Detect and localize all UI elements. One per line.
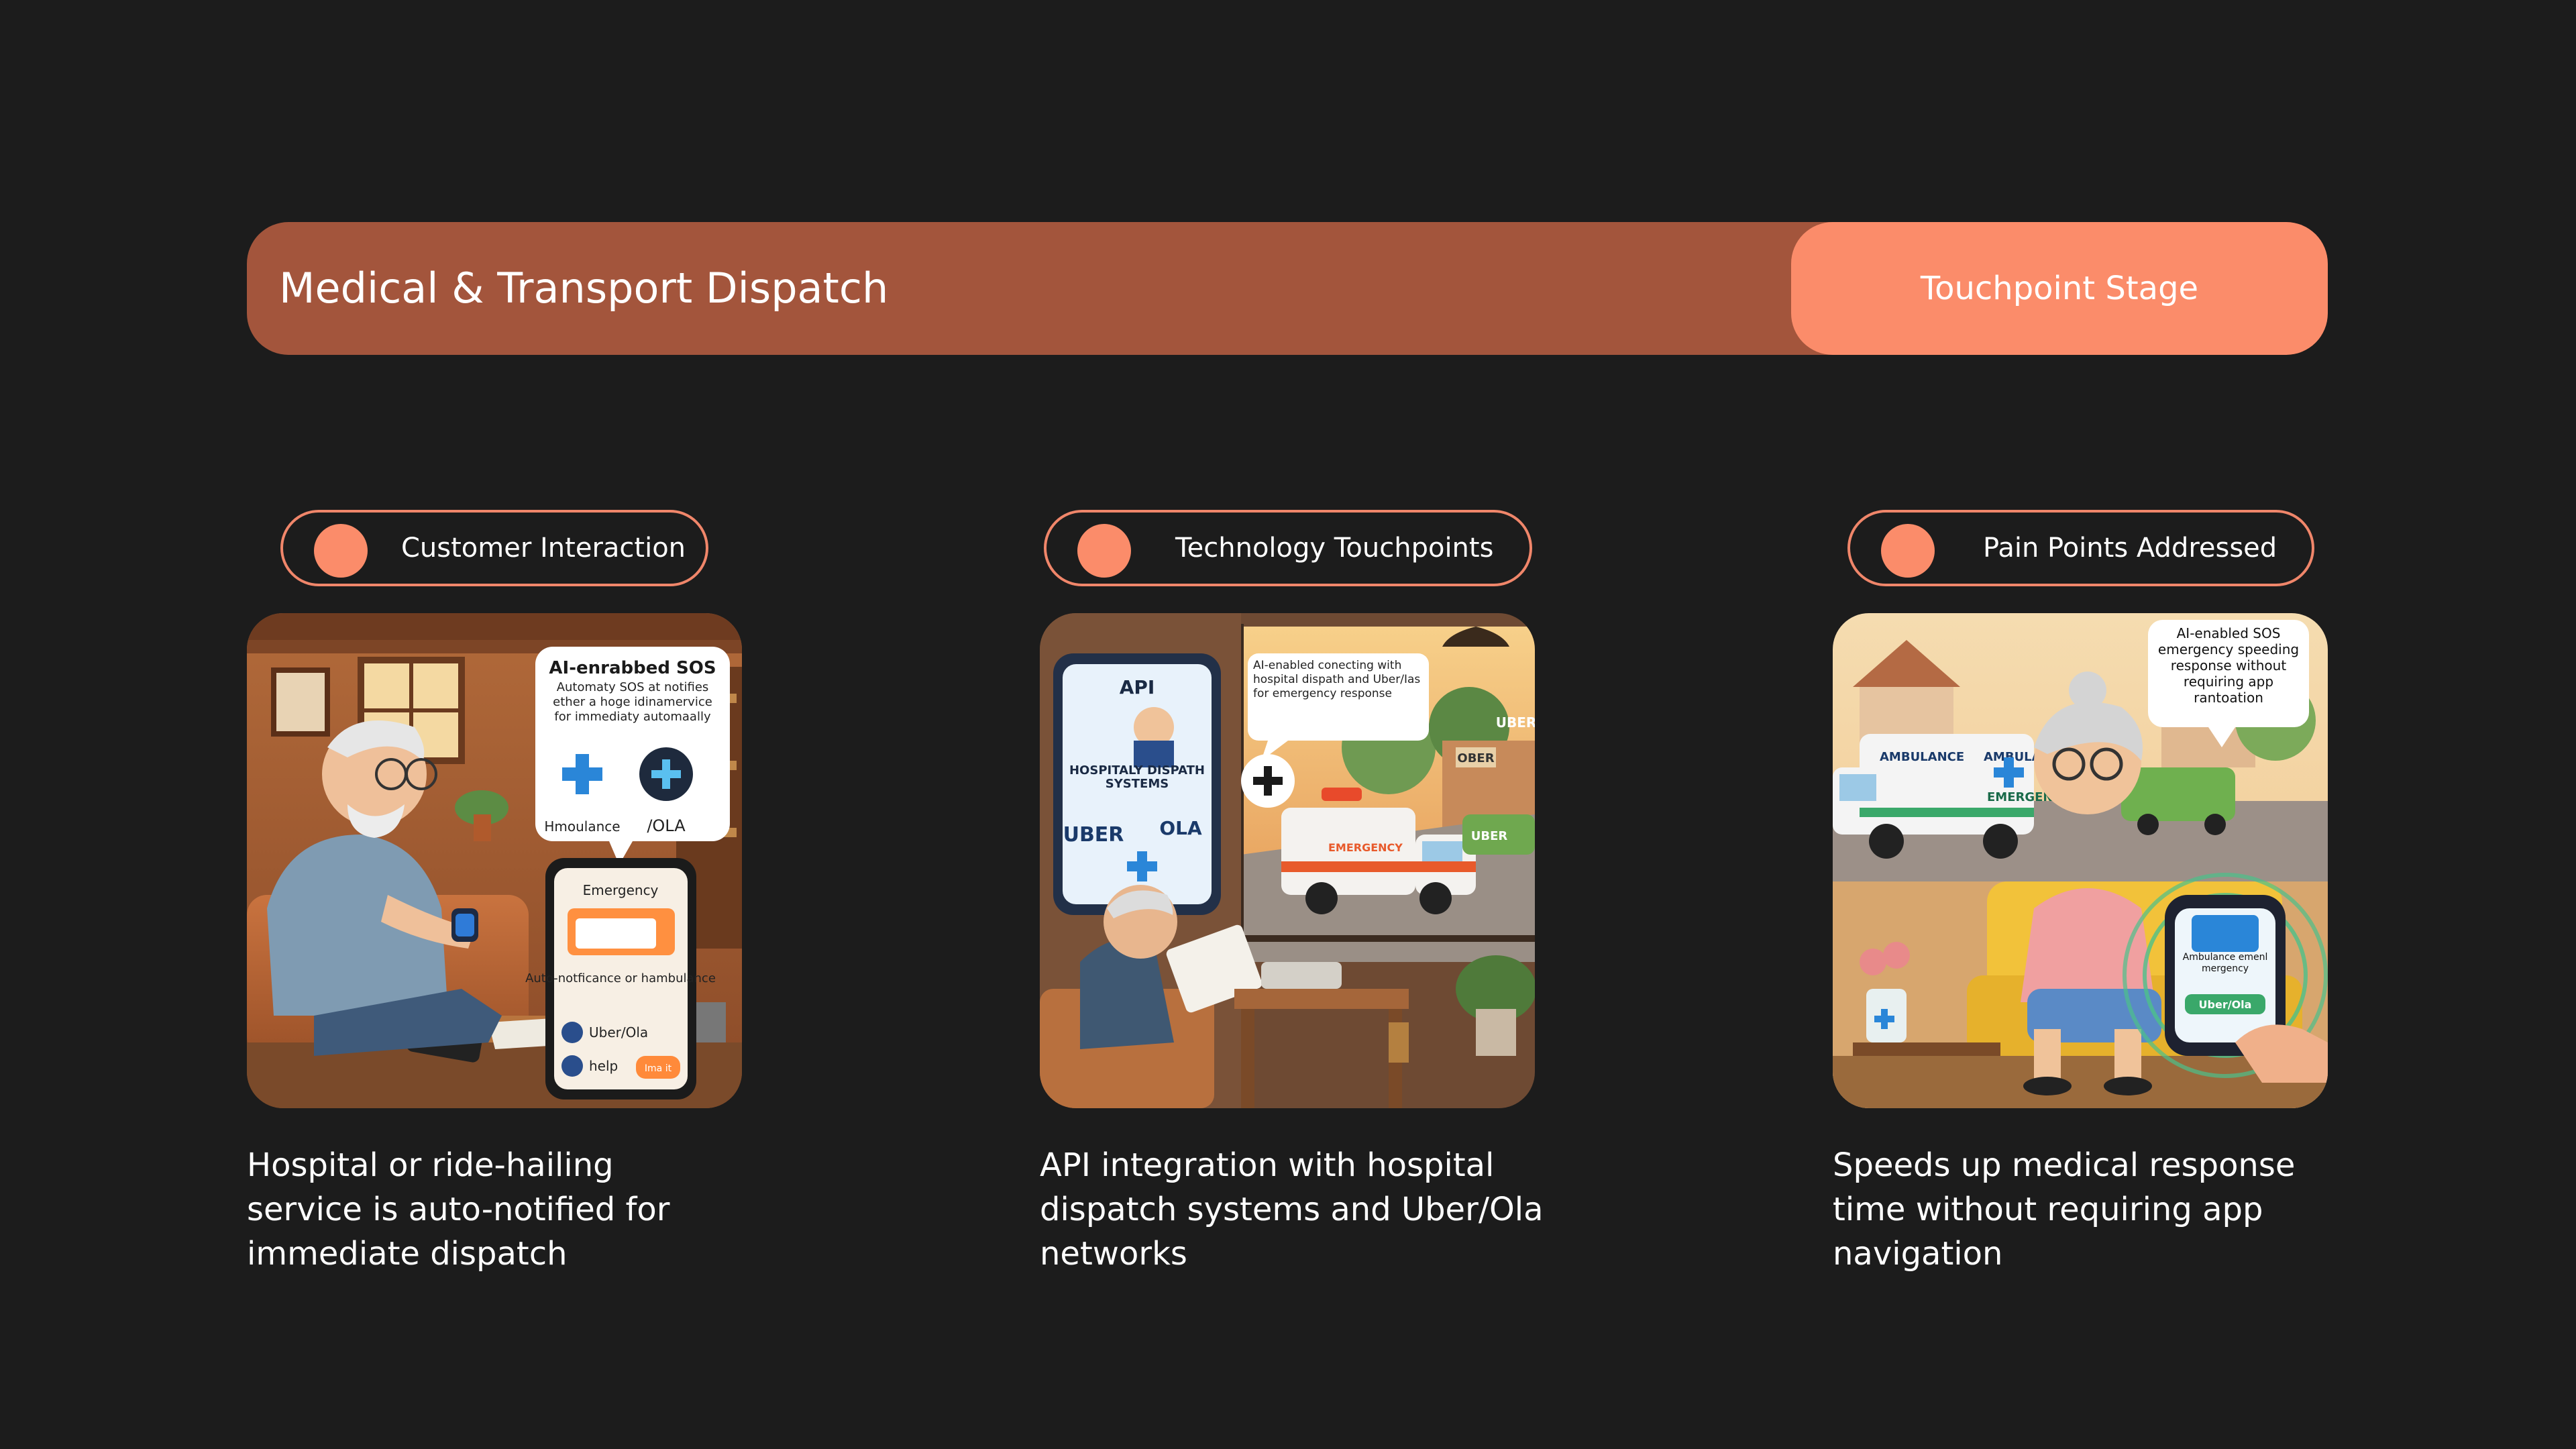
phone-caption: HOSPITALY DISPATH SYSTEMS (1069, 764, 1205, 791)
illustration-customer-interaction: AI-enrabbed SOS Automaty SOS at notifies… (247, 613, 742, 1108)
bubble-text: AI-enabled conecting with hospital dispa… (1253, 659, 1421, 700)
bubble-title: AI-enrabbed SOS (549, 658, 716, 678)
phone-text: Auto-notficance or hambulance (525, 971, 716, 985)
label-text: Technology Touchpoints (1175, 533, 1494, 564)
illustration-technology-touchpoints: OBER UBER EMERGENCY UBER API HOSPITALY D… (1040, 613, 1535, 1108)
left-icon-label: Hmoulance (544, 818, 620, 835)
phone-help: help (589, 1058, 618, 1074)
right-icon-label: /OLA (647, 816, 686, 835)
description-pain-points-addressed: Speeds up medical response time without … (1833, 1146, 2296, 1273)
ambulance-label: AMBULANCE (1880, 750, 1964, 764)
label-pill-customer-interaction: Customer Interaction (280, 510, 708, 586)
watch-text: Ambulance emenl mergency (2182, 952, 2268, 974)
car-text: UBER (1471, 829, 1508, 843)
ambulance-text: EMERGENCY (1328, 841, 1403, 854)
building-sign-2: UBER (1496, 714, 1535, 731)
phone-uber: UBER (1063, 823, 1124, 847)
label-pill-pain-points-addressed: Pain Points Addressed (1847, 510, 2314, 586)
label-text: Pain Points Addressed (1983, 533, 2277, 564)
dot-icon (314, 524, 368, 578)
bubble-text: AI-enabled SOS emergency speeding respon… (2157, 625, 2300, 706)
slide: Medical & Transport Dispatch Touchpoint … (0, 0, 2576, 1449)
dot-icon (1077, 524, 1131, 578)
building-sign: OBER (1457, 751, 1494, 765)
label-pill-technology-touchpoints: Technology Touchpoints (1044, 510, 1532, 586)
description-technology-touchpoints: API integration with hospital dispatch s… (1040, 1146, 1544, 1273)
phone-row: Uber/Ola (589, 1024, 648, 1040)
header-title: Medical & Transport Dispatch (279, 264, 889, 313)
description-customer-interaction: Hospital or ride-hailing service is auto… (247, 1146, 670, 1273)
phone-btn: Ima it (645, 1063, 672, 1074)
phone-header: Emergency (583, 882, 659, 898)
label-text: Customer Interaction (401, 533, 686, 564)
bubble-text: Automaty SOS at notifies ether a hoge id… (553, 680, 712, 724)
watch-btn: Uber/Ola (2199, 998, 2252, 1011)
phone-api: API (1120, 676, 1155, 698)
phone-ola: OLA (1159, 817, 1202, 839)
dot-icon (1881, 524, 1935, 578)
header-bar: Medical & Transport Dispatch Touchpoint … (247, 222, 2328, 355)
illustration-pain-points-addressed: AMBULANCE AMBULAN EMERGENC AI-enabled SO… (1833, 613, 2328, 1108)
touchpoint-stage-pill: Touchpoint Stage (1791, 222, 2328, 355)
